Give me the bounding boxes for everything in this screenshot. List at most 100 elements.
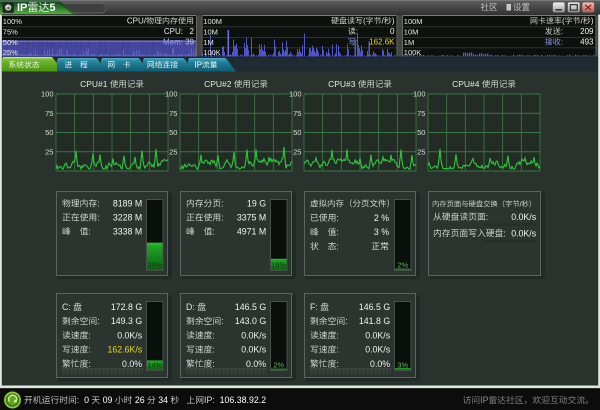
svg-text::: : bbox=[336, 345, 338, 355]
svg-text:(: ( bbox=[562, 17, 565, 26]
svg-text:3228 M: 3228 M bbox=[113, 213, 142, 223]
svg-text:0.0%: 0.0% bbox=[122, 359, 142, 369]
svg-text:3%: 3% bbox=[397, 360, 408, 369]
svg-text:IP: IP bbox=[195, 61, 202, 70]
svg-text:39%: 39% bbox=[147, 260, 162, 269]
svg-text:26: 26 bbox=[132, 395, 147, 405]
svg-text:100: 100 bbox=[165, 90, 178, 99]
svg-text:0.0K/s: 0.0K/s bbox=[365, 345, 391, 355]
svg-text::: : bbox=[212, 359, 214, 369]
svg-text::: : bbox=[561, 38, 563, 47]
svg-text:50: 50 bbox=[45, 128, 53, 137]
svg-text::: : bbox=[336, 227, 338, 237]
svg-text:0.0K/s: 0.0K/s bbox=[365, 330, 391, 340]
svg-text:10M: 10M bbox=[203, 27, 218, 36]
svg-text:Mem:: Mem: bbox=[163, 38, 183, 47]
svg-text:493: 493 bbox=[580, 38, 594, 47]
svg-text:0: 0 bbox=[390, 27, 395, 36]
svg-text::: : bbox=[97, 199, 99, 209]
svg-text:): ) bbox=[591, 17, 594, 26]
svg-text::: : bbox=[88, 345, 90, 355]
svg-text:0.0K/s: 0.0K/s bbox=[241, 345, 267, 355]
svg-text:IP: IP bbox=[17, 2, 27, 14]
svg-text:1M: 1M bbox=[203, 38, 213, 47]
svg-text:25: 25 bbox=[45, 147, 53, 156]
svg-text:162.6K/s: 162.6K/s bbox=[107, 345, 142, 355]
svg-text:): ) bbox=[392, 17, 395, 26]
svg-text::: : bbox=[88, 359, 90, 369]
svg-text::: : bbox=[336, 330, 338, 340]
svg-text:50: 50 bbox=[169, 128, 177, 137]
svg-text:10M: 10M bbox=[404, 27, 419, 36]
svg-text::: : bbox=[212, 345, 214, 355]
svg-text:3338 M: 3338 M bbox=[113, 227, 142, 237]
svg-text:143.0 G: 143.0 G bbox=[235, 316, 266, 326]
svg-text:50%: 50% bbox=[3, 38, 18, 47]
svg-text:75: 75 bbox=[169, 109, 177, 118]
svg-text::: : bbox=[212, 330, 214, 340]
svg-text:CPU/: CPU/ bbox=[127, 17, 147, 26]
svg-text:C:: C: bbox=[62, 302, 73, 312]
svg-text:25: 25 bbox=[169, 147, 177, 156]
svg-text::: : bbox=[97, 213, 99, 223]
svg-text::: : bbox=[88, 227, 90, 237]
svg-text::: : bbox=[336, 241, 338, 251]
svg-text:CPU:: CPU: bbox=[164, 27, 183, 36]
svg-text::: : bbox=[503, 228, 505, 238]
svg-text::: : bbox=[356, 27, 358, 36]
svg-text:5: 5 bbox=[49, 2, 55, 14]
svg-text:39: 39 bbox=[185, 38, 194, 47]
svg-text::: : bbox=[221, 316, 223, 326]
svg-text::: : bbox=[345, 316, 347, 326]
svg-text:2 %: 2 % bbox=[374, 213, 389, 223]
svg-text:141.8 G: 141.8 G bbox=[359, 316, 390, 326]
svg-text:IP: IP bbox=[480, 395, 488, 405]
svg-text:75: 75 bbox=[417, 109, 425, 118]
svg-text::: : bbox=[356, 38, 358, 47]
svg-text:100: 100 bbox=[413, 90, 426, 99]
svg-text:25: 25 bbox=[417, 147, 425, 156]
svg-text:CPU#2: CPU#2 bbox=[204, 79, 234, 89]
svg-text:19 G: 19 G bbox=[247, 199, 266, 209]
svg-text:50: 50 bbox=[417, 128, 425, 137]
svg-text:0.0%: 0.0% bbox=[246, 359, 266, 369]
svg-text::: : bbox=[486, 212, 488, 222]
svg-text:(: ( bbox=[363, 17, 366, 26]
svg-text:F:: F: bbox=[310, 302, 320, 312]
svg-text:146.5 G: 146.5 G bbox=[235, 302, 266, 312]
svg-text:1M: 1M bbox=[404, 38, 414, 47]
svg-text::: : bbox=[221, 199, 223, 209]
svg-text:8189 M: 8189 M bbox=[113, 199, 142, 209]
svg-text:3375 M: 3375 M bbox=[237, 213, 266, 223]
svg-text:CPU#1: CPU#1 bbox=[80, 79, 110, 89]
svg-text:100M: 100M bbox=[404, 17, 423, 26]
svg-text:0.0K/s: 0.0K/s bbox=[241, 330, 267, 340]
svg-text::: : bbox=[88, 330, 90, 340]
svg-text:149.3 G: 149.3 G bbox=[111, 316, 142, 326]
svg-text::: : bbox=[212, 227, 214, 237]
svg-text:CPU#4: CPU#4 bbox=[452, 79, 482, 89]
svg-text::: : bbox=[336, 359, 338, 369]
svg-text:IP:: IP: bbox=[204, 395, 215, 405]
svg-text::: : bbox=[221, 213, 223, 223]
svg-text:14%: 14% bbox=[147, 360, 162, 369]
svg-text:172.8 G: 172.8 G bbox=[111, 302, 142, 312]
svg-text:0.0K/s: 0.0K/s bbox=[511, 212, 537, 222]
svg-text::: : bbox=[336, 213, 338, 223]
svg-text:100K: 100K bbox=[203, 48, 221, 57]
svg-text:50: 50 bbox=[293, 128, 301, 137]
svg-text:2%: 2% bbox=[397, 260, 408, 269]
svg-text:0.0%: 0.0% bbox=[370, 359, 390, 369]
svg-text:D:: D: bbox=[186, 302, 197, 312]
svg-text:25: 25 bbox=[293, 147, 301, 156]
svg-text::: : bbox=[97, 316, 99, 326]
svg-text:100: 100 bbox=[41, 90, 54, 99]
svg-text:09: 09 bbox=[100, 395, 115, 405]
svg-text:0.0K/s: 0.0K/s bbox=[511, 228, 537, 238]
svg-text:0.0K/s: 0.0K/s bbox=[117, 330, 143, 340]
svg-text:34: 34 bbox=[156, 395, 171, 405]
svg-text:3 %: 3 % bbox=[374, 227, 389, 237]
svg-text:25%: 25% bbox=[3, 48, 18, 57]
svg-text:75%: 75% bbox=[3, 27, 18, 36]
svg-text:100M: 100M bbox=[203, 17, 222, 26]
